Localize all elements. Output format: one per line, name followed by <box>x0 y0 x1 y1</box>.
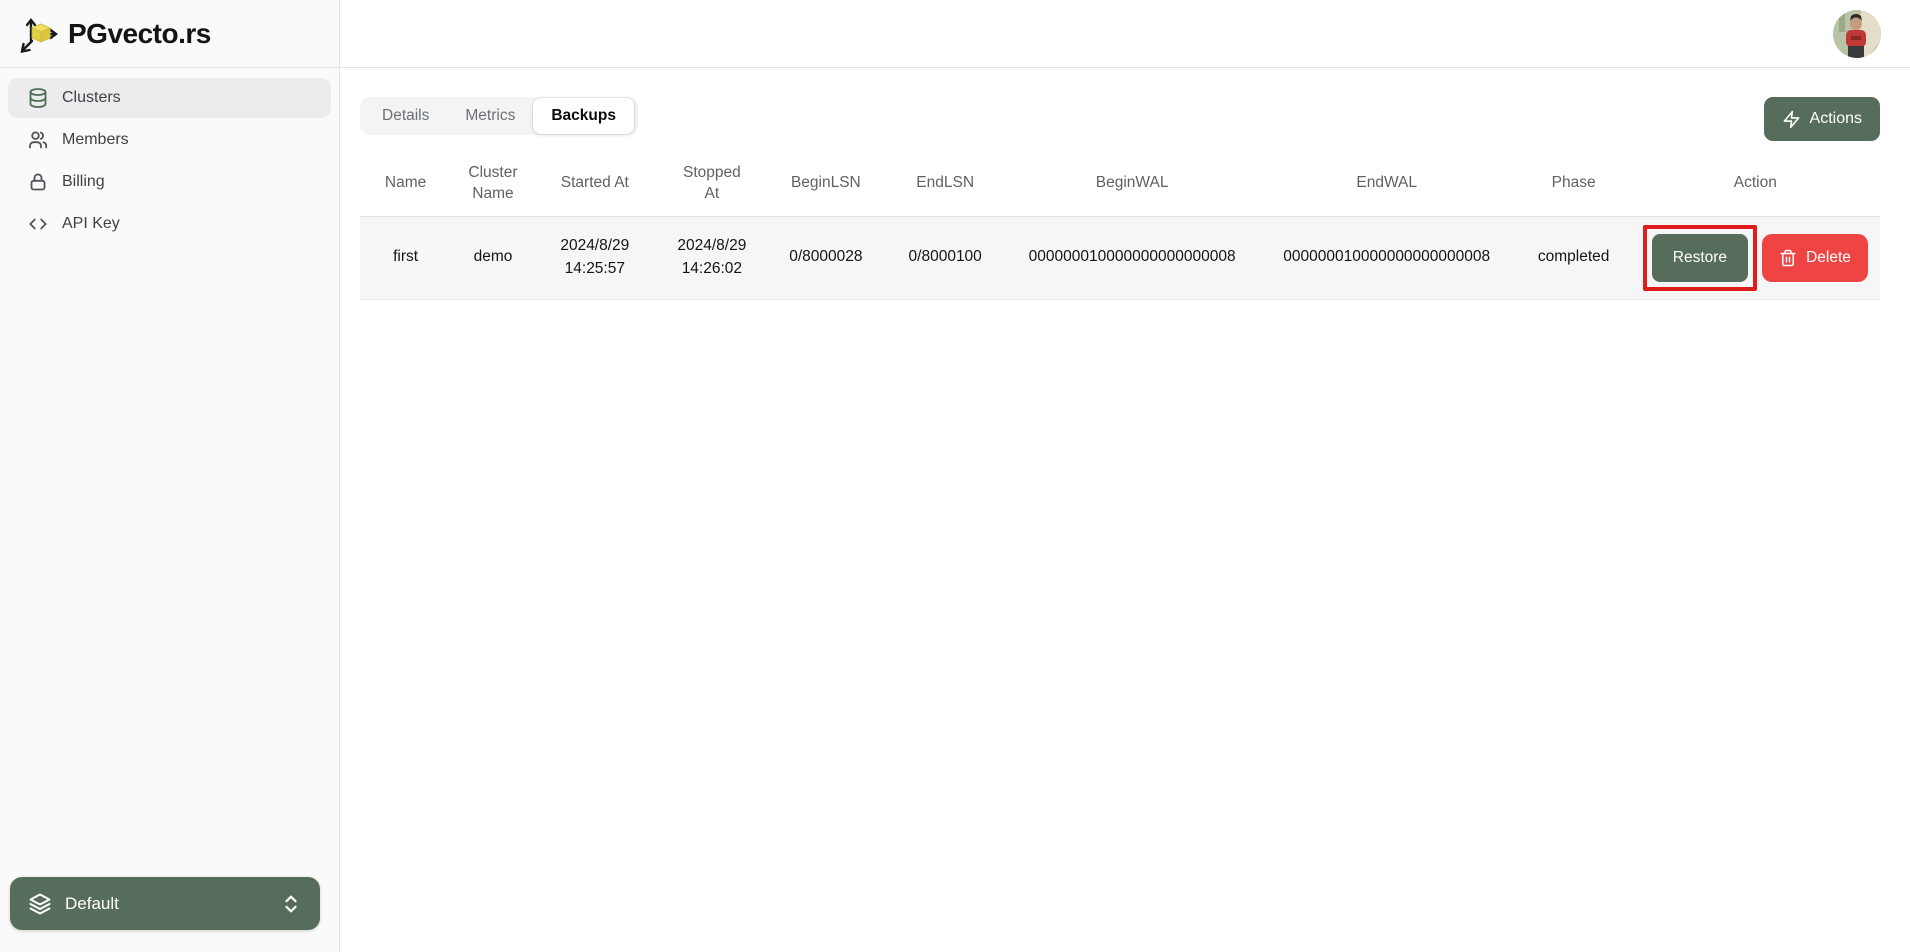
cell-beginwal: 000000010000000000000008 <box>1007 216 1256 299</box>
col-header-endwal: EndWAL <box>1257 152 1517 216</box>
user-avatar[interactable] <box>1833 10 1881 58</box>
col-header-beginwal: BeginWAL <box>1007 152 1256 216</box>
main-content: Details Metrics Backups Actions N <box>340 68 1910 952</box>
table-header-row: Name Cluster Name Started At Stopped At … <box>360 152 1880 216</box>
cell-phase: completed <box>1517 216 1631 299</box>
col-header-name: Name <box>360 152 451 216</box>
table-row: first demo 2024/8/29 14:25:57 2024/8/29 … <box>360 216 1880 299</box>
sidebar-nav: Clusters Members Billing <box>0 68 339 256</box>
cell-action: Restore <box>1631 216 1880 299</box>
delete-button[interactable]: Delete <box>1762 234 1868 282</box>
tab-backups[interactable]: Backups <box>533 98 634 134</box>
cell-stopped-at: 2024/8/29 14:26:02 <box>655 216 769 299</box>
zap-icon <box>1782 110 1801 129</box>
col-header-beginlsn: BeginLSN <box>769 152 883 216</box>
cell-cluster-name: demo <box>451 216 535 299</box>
cell-endlsn: 0/8000100 <box>883 216 1008 299</box>
users-icon <box>27 129 49 151</box>
layers-icon <box>28 892 52 916</box>
workspace-selector[interactable]: Default <box>10 877 320 930</box>
database-icon <box>27 87 49 109</box>
col-header-endlsn: EndLSN <box>883 152 1008 216</box>
restore-button[interactable]: Restore <box>1652 234 1748 282</box>
app-logo: PGvecto.rs <box>0 0 339 68</box>
workspace-label: Default <box>65 894 119 914</box>
pgvectors-logo-icon <box>18 13 60 55</box>
code-icon <box>27 213 49 235</box>
topbar <box>340 0 1910 68</box>
col-header-stopped-at: Stopped At <box>655 152 769 216</box>
backups-table: Name Cluster Name Started At Stopped At … <box>360 152 1880 300</box>
sidebar-item-members[interactable]: Members <box>8 120 331 160</box>
sidebar: PGvecto.rs Clusters Membe <box>0 0 340 952</box>
tab-bar: Details Metrics Backups <box>360 97 638 135</box>
sidebar-item-label: Billing <box>62 173 105 191</box>
cell-name: first <box>360 216 451 299</box>
sidebar-item-clusters[interactable]: Clusters <box>8 78 331 118</box>
sidebar-item-label: Members <box>62 131 129 149</box>
tab-details[interactable]: Details <box>364 101 447 131</box>
cell-started-at: 2024/8/29 14:25:57 <box>535 216 655 299</box>
col-header-phase: Phase <box>1517 152 1631 216</box>
cell-beginlsn: 0/8000028 <box>769 216 883 299</box>
sidebar-item-api-key[interactable]: API Key <box>8 204 331 244</box>
restore-highlight-annotation: Restore <box>1643 225 1757 291</box>
tab-metrics[interactable]: Metrics <box>447 101 533 131</box>
cell-endwal: 000000010000000000000008 <box>1257 216 1517 299</box>
actions-button[interactable]: Actions <box>1764 97 1880 141</box>
sidebar-item-label: Clusters <box>62 89 121 107</box>
actions-button-label: Actions <box>1810 110 1862 128</box>
sidebar-item-label: API Key <box>62 215 120 233</box>
col-header-cluster-name: Cluster Name <box>451 152 535 216</box>
col-header-started-at: Started At <box>535 152 655 216</box>
sidebar-item-billing[interactable]: Billing <box>8 162 331 202</box>
app-title: PGvecto.rs <box>68 18 211 50</box>
delete-button-label: Delete <box>1806 249 1851 267</box>
col-header-action: Action <box>1631 152 1880 216</box>
chevrons-up-down-icon <box>280 893 302 915</box>
lock-icon <box>27 171 49 193</box>
trash-icon <box>1779 249 1797 267</box>
